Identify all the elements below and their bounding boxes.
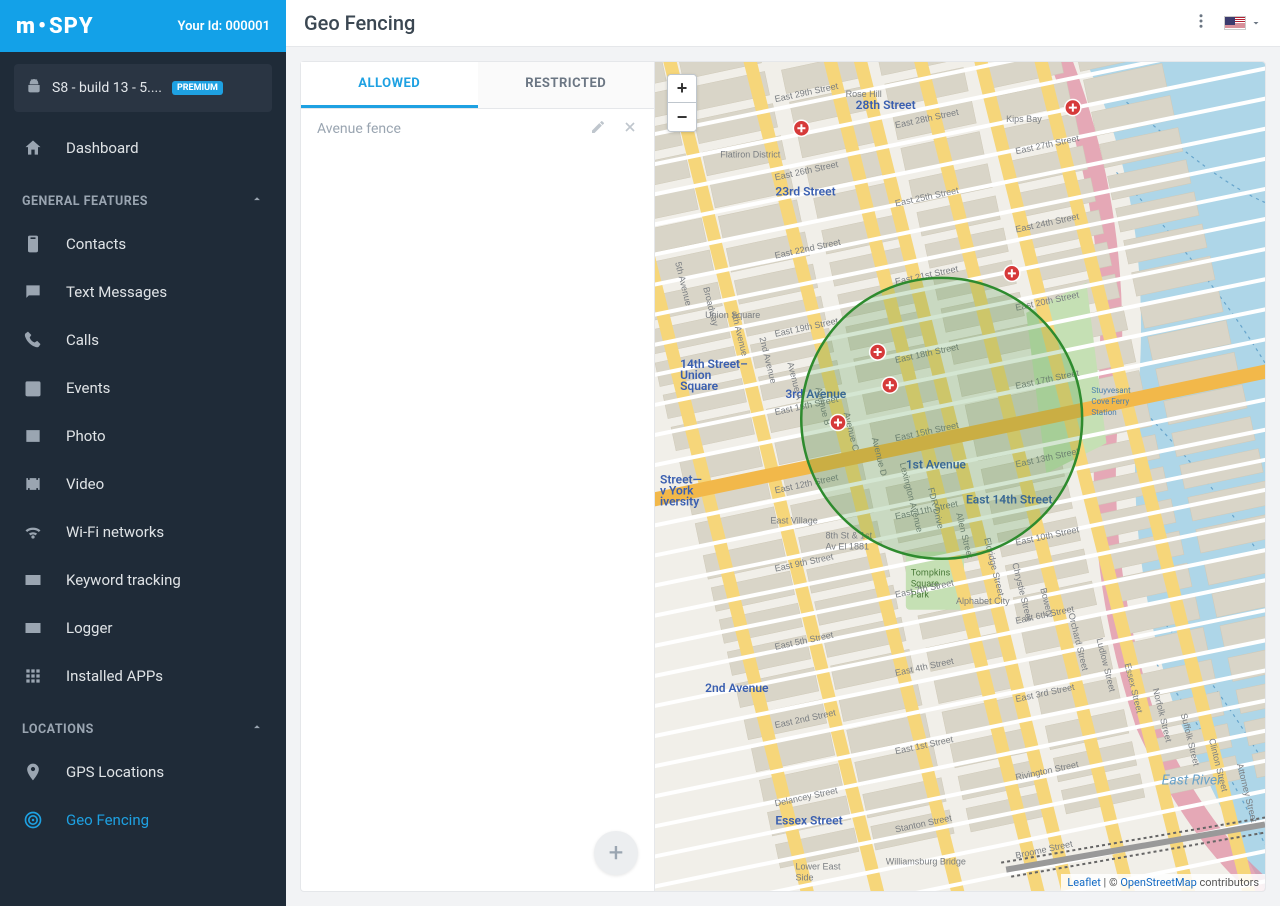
sidebar-item-text-messages[interactable]: Text Messages xyxy=(0,268,286,316)
svg-text:Side: Side xyxy=(795,873,813,883)
your-id: Your Id: 000001 xyxy=(178,19,271,34)
label: Wi-Fi networks xyxy=(66,523,164,541)
chevron-down-icon xyxy=(1250,17,1262,29)
svg-text:Alphabet City: Alphabet City xyxy=(956,596,1010,606)
map-marker[interactable] xyxy=(793,121,809,137)
keyboard-icon xyxy=(22,618,44,638)
more-icon[interactable] xyxy=(1192,12,1210,34)
map-marker[interactable] xyxy=(1065,100,1081,116)
wifi-icon xyxy=(22,522,44,542)
label: GPS Locations xyxy=(66,763,164,781)
fence-row[interactable]: Avenue fence xyxy=(301,109,654,149)
svg-text:Cove Ferry: Cove Ferry xyxy=(1091,397,1129,406)
svg-text:iversity: iversity xyxy=(660,495,699,509)
home-icon xyxy=(22,138,44,158)
label: Installed APPs xyxy=(66,667,163,685)
svg-text:Lower East: Lower East xyxy=(795,862,841,872)
android-icon xyxy=(26,78,42,98)
language-flag[interactable] xyxy=(1224,16,1262,30)
calendar-icon xyxy=(22,378,44,398)
svg-text:Av El 1881: Av El 1881 xyxy=(826,542,869,552)
label: Photo xyxy=(66,427,106,445)
tab-restricted[interactable]: RESTRICTED xyxy=(478,62,655,108)
svg-text:Williamsburg Bridge: Williamsburg Bridge xyxy=(886,857,966,867)
map-marker[interactable] xyxy=(830,415,846,431)
svg-text:23rd Street: 23rd Street xyxy=(775,185,835,199)
section-general[interactable]: GENERAL FEATURES xyxy=(0,172,286,220)
add-fence-button[interactable]: + xyxy=(594,831,638,875)
sidebar-item-calls[interactable]: Calls xyxy=(0,316,286,364)
osm-link[interactable]: OpenStreetMap xyxy=(1120,876,1196,889)
label: Dashboard xyxy=(66,139,139,157)
sidebar-item-contacts[interactable]: Contacts xyxy=(0,220,286,268)
sidebar-item-video[interactable]: Video xyxy=(0,460,286,508)
sidebar: m•SPY Your Id: 000001 S8 - build 13 - 5.… xyxy=(0,0,286,906)
label: Video xyxy=(66,475,104,493)
edit-icon[interactable] xyxy=(590,119,606,139)
sidebar-item-wi-fi-networks[interactable]: Wi-Fi networks xyxy=(0,508,286,556)
label: Contacts xyxy=(66,235,126,253)
photo-icon xyxy=(22,426,44,446)
brand-bar: m•SPY Your Id: 000001 xyxy=(0,0,286,52)
map[interactable]: Rose Hill28th Street23rd StreetKips BayF… xyxy=(654,61,1266,892)
label: Keyword tracking xyxy=(66,571,181,589)
tab-allowed[interactable]: ALLOWED xyxy=(301,62,478,108)
sidebar-item-gps-locations[interactable]: GPS Locations xyxy=(0,748,286,796)
device-selector[interactable]: S8 - build 13 - 5.... PREMIUM xyxy=(14,64,272,112)
svg-text:28th Street: 28th Street xyxy=(856,98,916,112)
topbar: Geo Fencing xyxy=(286,0,1280,47)
svg-text:Square: Square xyxy=(680,379,718,393)
sidebar-item-events[interactable]: Events xyxy=(0,364,286,412)
fence-name: Avenue fence xyxy=(317,121,401,137)
sidebar-item-logger[interactable]: Logger xyxy=(0,604,286,652)
page-title: Geo Fencing xyxy=(304,11,415,35)
label: Logger xyxy=(66,619,113,637)
svg-text:East River: East River xyxy=(1162,773,1222,789)
svg-text:Essex Street: Essex Street xyxy=(775,814,842,828)
keyboard-icon xyxy=(22,570,44,590)
svg-text:2nd Avenue: 2nd Avenue xyxy=(705,681,769,695)
svg-text:Kips Bay: Kips Bay xyxy=(1006,114,1042,124)
label: Geo Fencing xyxy=(66,811,149,829)
sidebar-item-keyword-tracking[interactable]: Keyword tracking xyxy=(0,556,286,604)
map-marker[interactable] xyxy=(882,377,898,393)
label: Events xyxy=(66,379,110,397)
clipboard-icon xyxy=(22,234,44,254)
svg-text:Station: Station xyxy=(1091,408,1116,417)
svg-text:Flatiron District: Flatiron District xyxy=(720,150,781,160)
device-name: S8 - build 13 - 5.... xyxy=(52,80,162,96)
nav: Dashboard GENERAL FEATURES Contacts Text … xyxy=(0,124,286,906)
premium-badge: PREMIUM xyxy=(172,81,223,95)
sidebar-item-geo-fencing[interactable]: Geo Fencing xyxy=(0,796,286,844)
leaflet-link[interactable]: Leaflet xyxy=(1067,876,1100,889)
fence-panel: ALLOWED RESTRICTED Avenue fence + xyxy=(300,61,654,892)
chevron-up-icon xyxy=(250,192,264,210)
logo[interactable]: m•SPY xyxy=(16,14,94,39)
tabs: ALLOWED RESTRICTED xyxy=(301,62,654,109)
close-icon[interactable] xyxy=(622,119,638,139)
sidebar-item-installed-apps[interactable]: Installed APPs xyxy=(0,652,286,700)
zoom-out-button[interactable]: − xyxy=(668,103,696,131)
apps-icon xyxy=(22,666,44,686)
sidebar-item-photo[interactable]: Photo xyxy=(0,412,286,460)
svg-text:Tompkins: Tompkins xyxy=(911,569,951,579)
message-icon xyxy=(22,282,44,302)
phone-icon xyxy=(22,330,44,350)
target-icon xyxy=(22,810,44,830)
video-icon xyxy=(22,474,44,494)
map-attribution: Leaflet | © OpenStreetMap contributors xyxy=(1061,874,1265,891)
map-marker[interactable] xyxy=(870,344,886,360)
chevron-up-icon xyxy=(250,720,264,738)
zoom-control: + − xyxy=(667,74,697,132)
zoom-in-button[interactable]: + xyxy=(668,75,696,103)
section-locations[interactable]: LOCATIONS xyxy=(0,700,286,748)
map-marker[interactable] xyxy=(1004,266,1020,282)
label: Text Messages xyxy=(66,283,167,301)
svg-text:Stuyvesant: Stuyvesant xyxy=(1091,386,1131,395)
svg-text:East Village: East Village xyxy=(770,516,817,526)
main: Geo Fencing ALLOWED RESTRICTED Avenue fe… xyxy=(286,0,1280,906)
pin-icon xyxy=(22,762,44,782)
label: Calls xyxy=(66,331,99,349)
sidebar-item-dashboard[interactable]: Dashboard xyxy=(0,124,286,172)
